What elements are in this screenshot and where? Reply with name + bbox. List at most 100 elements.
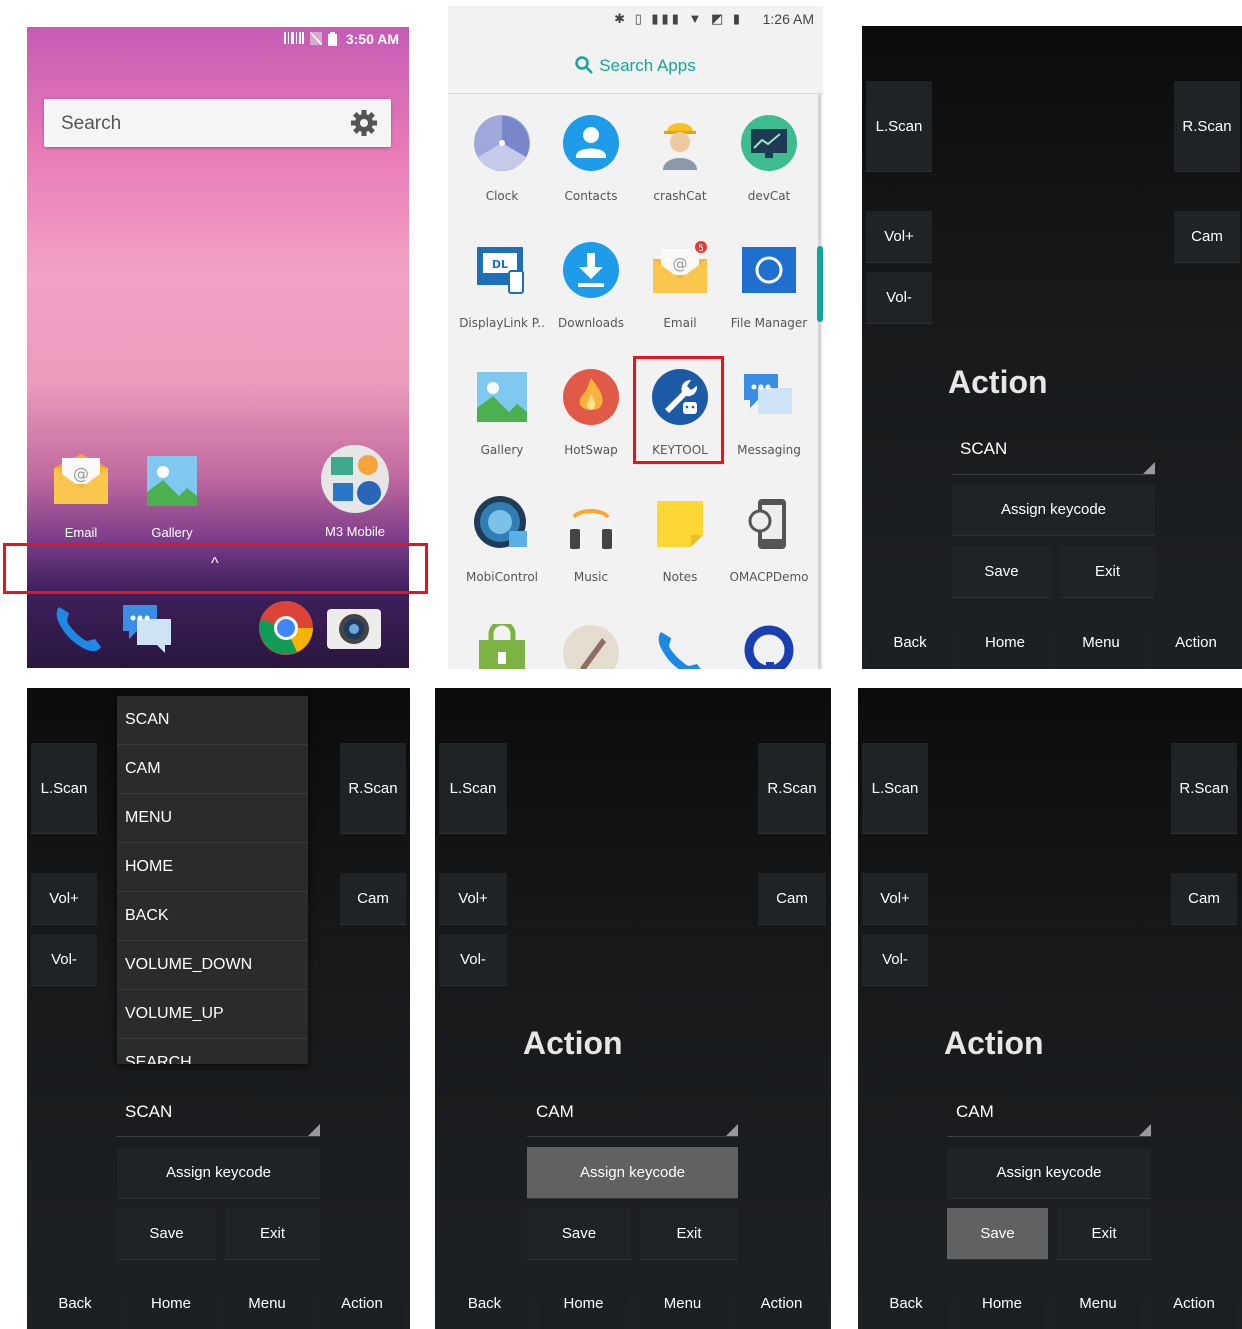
back-button[interactable]: Back bbox=[31, 1278, 119, 1329]
app-downloads[interactable]: Downloads bbox=[546, 241, 636, 330]
search-apps-button[interactable]: Search Apps bbox=[448, 56, 823, 76]
app-crashcat[interactable]: crashCat bbox=[635, 114, 725, 203]
home-button[interactable]: Home bbox=[961, 616, 1049, 669]
phone-icon[interactable] bbox=[49, 599, 107, 657]
action-button[interactable]: Action bbox=[736, 1278, 827, 1329]
dropdown-option-back[interactable]: BACK bbox=[117, 892, 308, 941]
gear-icon[interactable] bbox=[349, 108, 379, 138]
lock-app-icon[interactable] bbox=[473, 624, 531, 669]
status-bar: ✱ ▯ ▮▮▮ ▼ ◩ ▮ 1:26 AM bbox=[448, 6, 823, 32]
dropdown-option-menu[interactable]: MENU bbox=[117, 794, 308, 843]
lscan-button[interactable]: L.Scan bbox=[866, 81, 932, 172]
messaging-icon[interactable] bbox=[119, 599, 177, 657]
dropdown-arrow-icon bbox=[1143, 462, 1155, 474]
back-button[interactable]: Back bbox=[439, 1278, 530, 1329]
save-button[interactable]: Save bbox=[117, 1208, 216, 1260]
menu-button[interactable]: Menu bbox=[1057, 616, 1145, 669]
search-bar[interactable]: Search bbox=[44, 99, 391, 147]
home-button[interactable]: Home bbox=[127, 1278, 215, 1329]
clock-icon bbox=[474, 115, 530, 171]
lscan-button[interactable]: L.Scan bbox=[862, 743, 928, 834]
app-clock[interactable]: Clock bbox=[457, 114, 547, 203]
app-hotswap[interactable]: HotSwap bbox=[546, 368, 636, 457]
back-button[interactable]: Back bbox=[862, 1278, 950, 1329]
app-displaylink[interactable]: DL DisplayLink P.. bbox=[457, 241, 547, 330]
menu-button[interactable]: Menu bbox=[637, 1278, 728, 1329]
home-app-gallery[interactable]: Gallery bbox=[127, 452, 217, 540]
keycode-spinner[interactable]: SCAN bbox=[125, 1102, 172, 1122]
home-button[interactable]: Home bbox=[958, 1278, 1046, 1329]
camera-icon[interactable] bbox=[325, 599, 383, 657]
action-button[interactable]: Action bbox=[1152, 616, 1240, 669]
vol-up-button[interactable]: Vol+ bbox=[31, 873, 97, 925]
keycode-spinner[interactable]: CAM bbox=[956, 1102, 994, 1122]
cam-button[interactable]: Cam bbox=[340, 873, 406, 925]
assign-keycode-button[interactable]: Assign keycode bbox=[527, 1147, 738, 1199]
dropdown-option-home[interactable]: HOME bbox=[117, 843, 308, 892]
cam-button[interactable]: Cam bbox=[1174, 211, 1240, 263]
app-file-manager[interactable]: File Manager bbox=[724, 241, 814, 330]
dropdown-option-cam[interactable]: CAM bbox=[117, 745, 308, 794]
keytool-screen-cam-save: L.Scan R.Scan Vol+ Cam Vol- Action CAM A… bbox=[858, 688, 1242, 1329]
dropdown-option-search[interactable]: SEARCH bbox=[117, 1039, 308, 1064]
app-gallery[interactable]: Gallery bbox=[457, 368, 547, 457]
paint-app-icon[interactable] bbox=[562, 624, 620, 669]
rscan-button[interactable]: R.Scan bbox=[1171, 743, 1237, 834]
highlight-app-drawer-button bbox=[3, 543, 428, 594]
phone-icon[interactable] bbox=[651, 624, 709, 669]
keycode-spinner[interactable]: CAM bbox=[536, 1102, 574, 1122]
vol-up-button[interactable]: Vol+ bbox=[439, 873, 507, 925]
menu-button[interactable]: Menu bbox=[223, 1278, 311, 1329]
q-app-icon[interactable] bbox=[740, 624, 798, 669]
action-title: Action bbox=[944, 1025, 1044, 1061]
keycode-spinner[interactable]: SCAN bbox=[960, 439, 1007, 459]
action-button[interactable]: Action bbox=[318, 1278, 406, 1329]
chrome-icon[interactable] bbox=[257, 599, 315, 657]
app-omacpdemo[interactable]: OMACPDemo bbox=[724, 495, 814, 584]
rscan-button[interactable]: R.Scan bbox=[1174, 81, 1240, 172]
rscan-button[interactable]: R.Scan bbox=[340, 743, 406, 834]
app-music[interactable]: Music bbox=[546, 495, 636, 584]
home-button[interactable]: Home bbox=[538, 1278, 629, 1329]
vol-up-button[interactable]: Vol+ bbox=[862, 873, 928, 925]
app-mobicontrol[interactable]: MobiControl bbox=[457, 495, 547, 584]
home-app-email[interactable]: @ Email bbox=[36, 452, 126, 540]
gallery-icon bbox=[147, 456, 197, 506]
save-button[interactable]: Save bbox=[527, 1208, 631, 1260]
exit-button[interactable]: Exit bbox=[225, 1208, 320, 1260]
app-contacts[interactable]: Contacts bbox=[546, 114, 636, 203]
lscan-button[interactable]: L.Scan bbox=[31, 743, 97, 834]
vol-down-button[interactable]: Vol- bbox=[862, 934, 928, 986]
cam-button[interactable]: Cam bbox=[1171, 873, 1237, 925]
app-email[interactable]: @5 Email bbox=[635, 241, 725, 330]
dropdown-option-scan[interactable]: SCAN bbox=[117, 696, 308, 745]
back-button[interactable]: Back bbox=[866, 616, 954, 669]
save-button[interactable]: Save bbox=[947, 1208, 1048, 1260]
vol-up-button[interactable]: Vol+ bbox=[866, 211, 932, 263]
home-folder-m3mobile[interactable]: M3 Mobile bbox=[310, 445, 400, 539]
dropdown-option-volume-up[interactable]: VOLUME_UP bbox=[117, 990, 308, 1039]
exit-button[interactable]: Exit bbox=[1060, 546, 1155, 598]
vol-down-button[interactable]: Vol- bbox=[866, 272, 932, 324]
app-notes[interactable]: Notes bbox=[635, 495, 725, 584]
lscan-button[interactable]: L.Scan bbox=[439, 743, 507, 834]
exit-button[interactable]: Exit bbox=[1057, 1208, 1151, 1260]
menu-button[interactable]: Menu bbox=[1054, 1278, 1142, 1329]
scrollbar[interactable] bbox=[818, 94, 821, 669]
vol-down-button[interactable]: Vol- bbox=[31, 934, 97, 986]
scroll-thumb[interactable] bbox=[817, 246, 823, 322]
save-button[interactable]: Save bbox=[952, 546, 1051, 598]
action-button[interactable]: Action bbox=[1150, 1278, 1238, 1329]
cam-button[interactable]: Cam bbox=[758, 873, 826, 925]
assign-keycode-button[interactable]: Assign keycode bbox=[947, 1147, 1151, 1199]
assign-keycode-button[interactable]: Assign keycode bbox=[952, 484, 1155, 536]
app-devcat[interactable]: devCat bbox=[724, 114, 814, 203]
vol-down-button[interactable]: Vol- bbox=[439, 934, 507, 986]
omacp-icon bbox=[748, 499, 786, 549]
crashcat-icon bbox=[663, 123, 697, 170]
rscan-button[interactable]: R.Scan bbox=[758, 743, 826, 834]
dropdown-option-volume-down[interactable]: VOLUME_DOWN bbox=[117, 941, 308, 990]
exit-button[interactable]: Exit bbox=[640, 1208, 738, 1260]
app-messaging[interactable]: Messaging bbox=[724, 368, 814, 457]
assign-keycode-button[interactable]: Assign keycode bbox=[117, 1147, 320, 1199]
